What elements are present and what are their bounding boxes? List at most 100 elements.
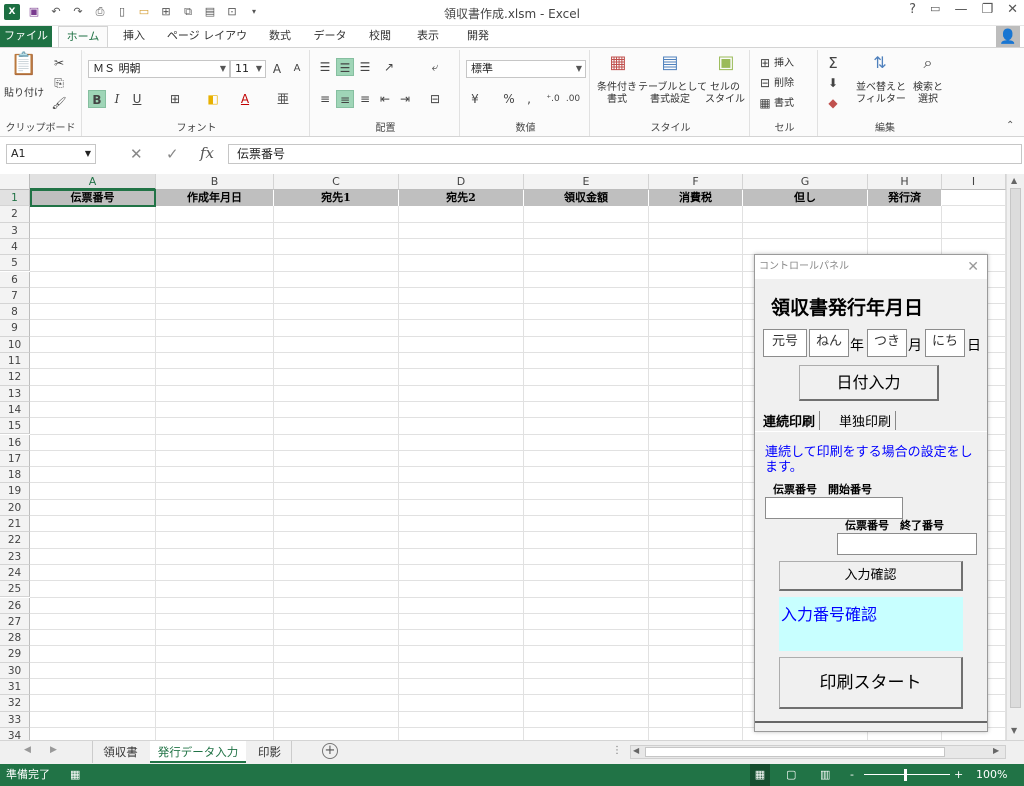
row-header[interactable]: 4 [0, 238, 30, 256]
sort-filter-icon[interactable]: ⇅ [868, 54, 892, 78]
row-header[interactable]: 31 [0, 679, 30, 696]
date-input-button[interactable]: 日付入力 [799, 365, 939, 401]
header-cell[interactable]: 発行済 [868, 190, 942, 206]
ribbon-display-icon[interactable]: ▭ [930, 2, 940, 17]
find-select-icon[interactable]: ⌕ [916, 54, 940, 78]
percent-button[interactable]: % [500, 90, 518, 108]
hscroll-thumb[interactable] [645, 747, 945, 757]
insert-cells-icon[interactable]: ⊞ [756, 54, 774, 72]
font-color-icon[interactable]: A [236, 90, 254, 108]
row-header[interactable]: 1 [0, 190, 30, 207]
decrease-decimal-icon[interactable]: .00 [564, 90, 582, 108]
page-layout-view-icon[interactable]: ▢ [786, 764, 796, 786]
tab-insert[interactable]: 挿入 [114, 26, 154, 48]
phonetic-icon[interactable]: 亜 [274, 90, 292, 108]
minimize-icon[interactable]: — [954, 2, 967, 17]
row-header[interactable]: 20 [0, 499, 30, 516]
tab-home[interactable]: ホーム [58, 26, 108, 48]
paste-icon[interactable]: 📋 [10, 54, 38, 86]
start-number-input[interactable] [765, 497, 903, 519]
select-all-corner[interactable] [0, 174, 30, 190]
column-header-i[interactable]: I [942, 174, 1006, 190]
collapse-ribbon-icon[interactable]: ⌃ [1006, 120, 1014, 131]
next-sheet-icon[interactable]: ▶ [50, 745, 57, 755]
normal-view-icon[interactable]: ▦ [750, 764, 770, 786]
end-number-input[interactable] [837, 533, 977, 555]
day-field[interactable]: にち [925, 329, 965, 357]
zoom-slider-thumb[interactable] [904, 769, 907, 781]
row-header[interactable]: 29 [0, 646, 30, 663]
row-header[interactable]: 28 [0, 630, 30, 647]
row-header[interactable]: 32 [0, 695, 30, 712]
zoom-in-button[interactable]: + [954, 764, 963, 786]
align-right-icon[interactable]: ≡ [356, 90, 374, 108]
form-close-icon[interactable]: ✕ [967, 255, 979, 279]
row-header[interactable]: 12 [0, 369, 30, 386]
row-header[interactable]: 13 [0, 385, 30, 402]
macro-record-icon[interactable]: ▦ [70, 764, 80, 786]
cell-styles-button[interactable]: セルの スタイル [702, 82, 748, 106]
formula-input[interactable]: 伝票番号 [228, 144, 1022, 164]
row-header[interactable]: 17 [0, 450, 30, 468]
header-cell[interactable]: 作成年月日 [156, 190, 274, 206]
bold-button[interactable]: B [88, 90, 106, 108]
row-header[interactable]: 9 [0, 320, 30, 337]
format-as-table-button[interactable]: テーブルとして 書式設定 [638, 82, 707, 106]
row-header[interactable]: 7 [0, 287, 30, 305]
row-header[interactable]: 2 [0, 206, 30, 223]
row-header[interactable]: 23 [0, 548, 30, 565]
autosum-button[interactable]: Σ [824, 54, 842, 72]
tab-split-icon[interactable]: ⋮ [612, 745, 622, 756]
format-painter-icon[interactable]: 🖌 [50, 94, 68, 112]
clear-icon[interactable]: ◆ [824, 94, 842, 112]
row-header[interactable]: 30 [0, 662, 30, 679]
row-header[interactable]: 11 [0, 353, 30, 370]
scroll-up-icon[interactable]: ▲ [1011, 176, 1017, 185]
row-header[interactable]: 21 [0, 516, 30, 533]
wrap-text-icon[interactable]: ⤶ [426, 58, 444, 76]
horizontal-scrollbar[interactable]: ◀ ▶ [630, 745, 1006, 759]
align-top-icon[interactable]: ☰ [316, 58, 334, 76]
comma-button[interactable]: , [520, 90, 538, 108]
grow-font-button[interactable]: A [268, 60, 286, 78]
tab-developer[interactable]: 開発 [456, 26, 500, 48]
row-header[interactable]: 19 [0, 483, 30, 500]
tab-file[interactable]: ファイル [0, 26, 52, 48]
sheet-tab-receipt[interactable]: 領収書 [92, 741, 148, 763]
header-cell[interactable]: 宛先1 [274, 190, 399, 206]
year-field[interactable]: ねん [809, 329, 849, 357]
format-as-table-icon[interactable]: ▤ [658, 54, 682, 78]
row-header[interactable]: 25 [0, 581, 30, 598]
row-header[interactable]: 27 [0, 613, 30, 631]
font-size-select[interactable]: 11 ▼ [230, 60, 266, 78]
zoom-level[interactable]: 100% [976, 764, 1007, 786]
row-header[interactable]: 22 [0, 532, 30, 549]
page-break-view-icon[interactable]: ▥ [820, 764, 830, 786]
font-name-select[interactable]: ＭＳ 明朝 ▼ [88, 60, 230, 78]
align-middle-icon[interactable]: ☰ [336, 58, 354, 76]
hscroll-right-icon[interactable]: ▶ [993, 746, 999, 755]
tab-formulas[interactable]: 数式 [260, 26, 300, 48]
underline-button[interactable]: U [128, 90, 146, 108]
row-header[interactable]: 18 [0, 467, 30, 484]
header-cell[interactable]: 領収金額 [524, 190, 649, 206]
row-header[interactable]: 3 [0, 222, 30, 239]
increase-indent-icon[interactable]: ⇥ [396, 90, 414, 108]
increase-decimal-icon[interactable]: ⁺.0 [544, 90, 562, 108]
zoom-out-button[interactable]: - [850, 764, 854, 786]
scroll-down-icon[interactable]: ▼ [1011, 726, 1017, 735]
tab-data[interactable]: データ [308, 26, 352, 48]
italic-button[interactable]: I [108, 90, 126, 108]
currency-icon[interactable]: ¥ [466, 90, 484, 108]
row-header[interactable]: 26 [0, 597, 30, 614]
conditional-format-icon[interactable]: ▦ [606, 54, 630, 78]
name-box[interactable]: A1 ▼ [6, 144, 96, 164]
insert-cells-button[interactable]: 挿入 [774, 58, 802, 70]
column-header-g[interactable]: G [743, 174, 868, 190]
decrease-indent-icon[interactable]: ⇤ [376, 90, 394, 108]
format-cells-icon[interactable]: ▦ [756, 94, 774, 112]
conditional-format-button[interactable]: 条件付き 書式 [592, 82, 642, 106]
find-select-button[interactable]: 検索と 選択 [908, 82, 948, 106]
hscroll-left-icon[interactable]: ◀ [633, 746, 639, 755]
row-header[interactable]: 16 [0, 434, 30, 451]
